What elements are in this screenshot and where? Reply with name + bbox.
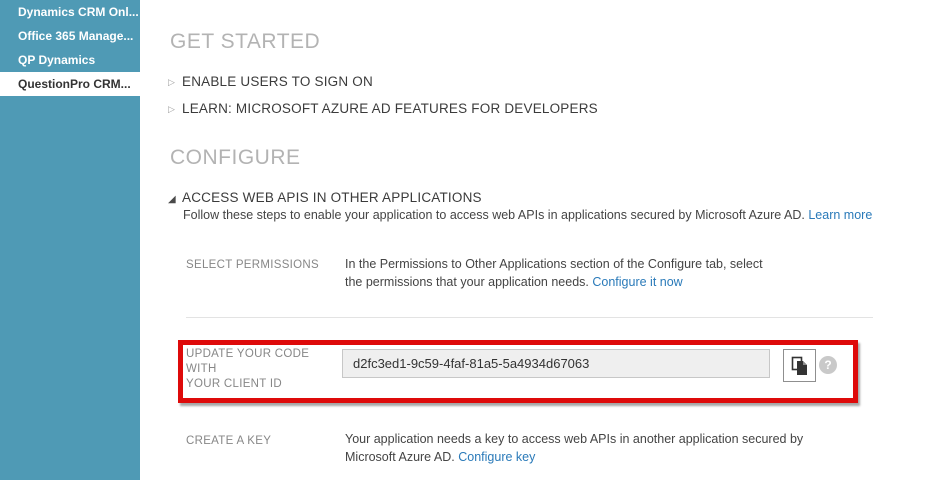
client-id-label: UPDATE YOUR CODE WITH YOUR CLIENT ID (186, 347, 341, 392)
select-permissions-label: SELECT PERMISSIONS (186, 258, 319, 273)
accordion-label: ACCESS WEB APIS IN OTHER APPLICATIONS (182, 190, 482, 205)
sidebar-item-questionpro-crm[interactable]: QuestionPro CRM... (0, 72, 140, 96)
accordion-learn-azure-ad-features[interactable]: ▷LEARN: MICROSOFT AZURE AD FEATURES FOR … (168, 101, 598, 116)
configure-key-link[interactable]: Configure key (458, 450, 535, 464)
sidebar-item-office-365-management[interactable]: Office 365 Manage... (0, 24, 140, 48)
app-sidebar: Dynamics CRM Onl... Office 365 Manage...… (0, 0, 140, 480)
sidebar-item-qp-dynamics[interactable]: QP Dynamics (0, 48, 140, 72)
copy-button[interactable] (783, 349, 816, 382)
configure-it-now-link[interactable]: Configure it now (592, 275, 682, 289)
accordion-label: LEARN: MICROSOFT AZURE AD FEATURES FOR D… (182, 101, 598, 116)
client-id-label-line1: UPDATE YOUR CODE WITH (186, 347, 341, 377)
create-a-key-label: CREATE A KEY (186, 434, 271, 449)
accordion-enable-users-sign-on[interactable]: ▷ENABLE USERS TO SIGN ON (168, 74, 373, 89)
section-divider (186, 317, 873, 318)
configure-heading: CONFIGURE (170, 146, 301, 170)
learn-more-link[interactable]: Learn more (808, 208, 872, 222)
client-id-label-line2: YOUR CLIENT ID (186, 377, 341, 392)
get-started-heading: GET STARTED (170, 30, 320, 54)
description-text: Follow these steps to enable your applic… (183, 208, 805, 222)
select-permissions-text: In the Permissions to Other Applications… (345, 256, 777, 291)
select-permissions-body: In the Permissions to Other Applications… (345, 257, 763, 289)
help-icon[interactable]: ? (819, 356, 837, 374)
chevron-right-icon: ▷ (168, 105, 182, 115)
create-a-key-body: Your application needs a key to access w… (345, 432, 803, 464)
accordion-label: ENABLE USERS TO SIGN ON (182, 74, 373, 89)
chevron-expanded-icon: ◢ (168, 194, 182, 205)
copy-icon (791, 356, 809, 376)
create-a-key-text: Your application needs a key to access w… (345, 431, 823, 466)
sidebar-item-dynamics-crm-online[interactable]: Dynamics CRM Onl... (0, 0, 140, 24)
client-id-input[interactable] (342, 349, 770, 378)
accordion-access-web-apis[interactable]: ◢ACCESS WEB APIS IN OTHER APPLICATIONS (168, 190, 482, 205)
access-web-apis-description: Follow these steps to enable your applic… (183, 208, 872, 222)
chevron-right-icon: ▷ (168, 78, 182, 88)
